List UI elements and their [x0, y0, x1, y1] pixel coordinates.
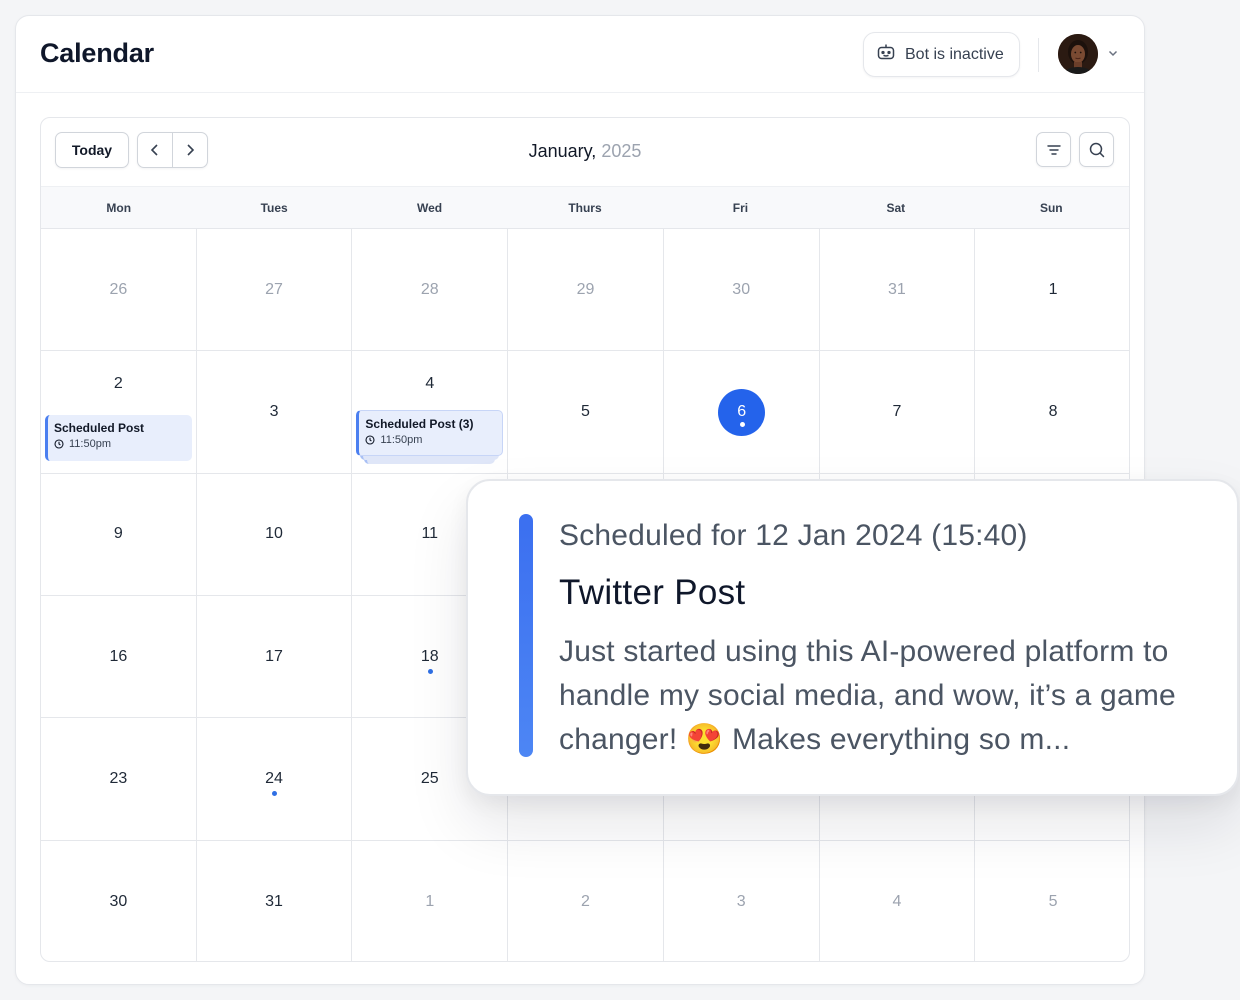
event-dot: [739, 421, 745, 427]
day-cell[interactable]: 31: [819, 229, 976, 352]
year-label: 2025: [601, 141, 642, 161]
event-time: 11:50pm: [54, 438, 192, 450]
day-cell[interactable]: 1: [352, 840, 509, 961]
day-number: 2: [113, 375, 123, 393]
event-time-label: 11:50pm: [380, 434, 423, 447]
day-number: 4: [425, 375, 435, 393]
weekday-label: Wed: [417, 200, 443, 215]
day-cell[interactable]: 23: [41, 718, 197, 841]
day-number: 26: [109, 280, 128, 298]
day-cell[interactable]: 31: [197, 840, 353, 961]
day-number: 30: [732, 280, 751, 298]
day-number: 4: [892, 892, 902, 910]
filter-icon: [1046, 144, 1061, 155]
weekday-label: Tues: [260, 200, 288, 215]
clock-icon: [54, 439, 64, 449]
day-cell[interactable]: 30: [663, 229, 820, 352]
event-title: Scheduled Post: [54, 421, 145, 436]
post-body: Just started using this AI-powered platf…: [559, 635, 1176, 756]
day-number: 2: [581, 892, 590, 910]
day-number: 3: [269, 402, 279, 420]
bot-status-label: Bot is inactive: [905, 45, 1004, 63]
day-number: 6: [737, 403, 747, 421]
day-number: 30: [109, 892, 128, 910]
day-cell[interactable]: 2: [508, 840, 664, 961]
page-title: Calendar: [40, 38, 154, 68]
weekday-label: Sun: [1039, 200, 1063, 215]
event-chip[interactable]: Scheduled Post 11:50pm: [45, 415, 192, 462]
app-header: Calendar Bot is inactive: [16, 16, 1144, 93]
day-number: 5: [581, 402, 590, 420]
day-number: 10: [265, 525, 283, 543]
day-cell[interactable]: 5: [508, 351, 664, 474]
day-cell[interactable]: 28: [352, 229, 509, 352]
day-number: 9: [113, 525, 123, 543]
day-cell[interactable]: 2 Scheduled Post 11:50pm: [41, 351, 197, 474]
post-preview-popover[interactable]: Scheduled for 12 Jan 2024 (15:40) Twitte…: [466, 479, 1239, 796]
day-number: 3: [736, 892, 746, 910]
day-cell[interactable]: 10: [196, 473, 353, 596]
post-title: Twitter Post: [559, 573, 746, 612]
day-cell[interactable]: 9: [41, 473, 197, 596]
day-number: 31: [265, 892, 283, 910]
search-icon: [1089, 142, 1104, 157]
event-time: 11:50pm: [365, 434, 502, 446]
day-number: 27: [265, 280, 283, 298]
day-cell[interactable]: 30: [41, 840, 197, 961]
popover-accent-bar: [519, 514, 533, 757]
event-dot: [427, 668, 433, 674]
day-number: 7: [892, 402, 902, 420]
day-cell[interactable]: 29: [508, 229, 664, 352]
day-number: 28: [420, 280, 439, 298]
day-number: 5: [1048, 892, 1058, 910]
clock-icon: [365, 435, 375, 445]
bot-status-button[interactable]: Bot is inactive: [863, 32, 1020, 77]
month-name: January,: [528, 141, 597, 161]
day-cell[interactable]: 17: [196, 596, 353, 719]
day-cell[interactable]: 4 Scheduled Post (3) 11:50pm: [352, 351, 509, 474]
day-cell-today[interactable]: 6: [663, 351, 820, 474]
day-number: 8: [1048, 402, 1058, 420]
day-cell[interactable]: 26: [41, 229, 197, 352]
weekday-label: Mon: [106, 200, 132, 215]
bot-icon: [876, 42, 896, 67]
event-time-label: 11:50pm: [69, 438, 111, 451]
event-dot: [272, 791, 278, 797]
filter-button[interactable]: [1036, 132, 1071, 167]
day-number: 31: [888, 280, 906, 298]
scheduled-time: Scheduled for 12 Jan 2024 (15:40): [559, 519, 1028, 552]
day-cell[interactable]: 4: [820, 840, 976, 961]
day-number: 23: [109, 769, 128, 787]
day-cell[interactable]: 8: [975, 351, 1129, 474]
calendar-toolbar: Today January, 2025: [41, 118, 1129, 186]
day-cell[interactable]: 1: [975, 229, 1129, 352]
avatar[interactable]: [1058, 34, 1098, 74]
month-label: January, 2025: [41, 141, 1129, 162]
header-divider: [1038, 38, 1039, 72]
day-number: 1: [1048, 280, 1058, 298]
day-cell[interactable]: 5: [975, 841, 1129, 961]
event-chip[interactable]: Scheduled Post (3) 11:50pm: [356, 410, 504, 457]
day-number: 24: [265, 769, 283, 787]
search-button[interactable]: [1079, 132, 1114, 167]
day-number: 17: [265, 647, 283, 665]
day-cell[interactable]: 3: [196, 351, 353, 474]
day-number: 16: [109, 647, 128, 665]
day-cell[interactable]: 16: [41, 596, 197, 719]
day-cell[interactable]: 24: [196, 718, 353, 841]
chevron-down-icon[interactable]: [1106, 46, 1120, 60]
today-indicator: 6: [718, 388, 766, 436]
event-stack[interactable]: Scheduled Post (3) 11:50pm: [356, 410, 504, 466]
day-cell[interactable]: 3: [664, 840, 820, 961]
weekday-label: Sat: [886, 200, 906, 215]
weekday-label: Fri: [732, 200, 749, 215]
day-cell[interactable]: 27: [196, 229, 353, 352]
event-title: Scheduled Post (3): [365, 417, 474, 432]
day-number: 1: [425, 892, 435, 910]
day-number: 29: [576, 280, 595, 298]
day-cell[interactable]: 7: [819, 351, 976, 474]
weekday-header: Mon Tues Wed Thurs Fri Sat Sun: [41, 186, 1129, 229]
weekday-label: Thurs: [568, 200, 602, 215]
